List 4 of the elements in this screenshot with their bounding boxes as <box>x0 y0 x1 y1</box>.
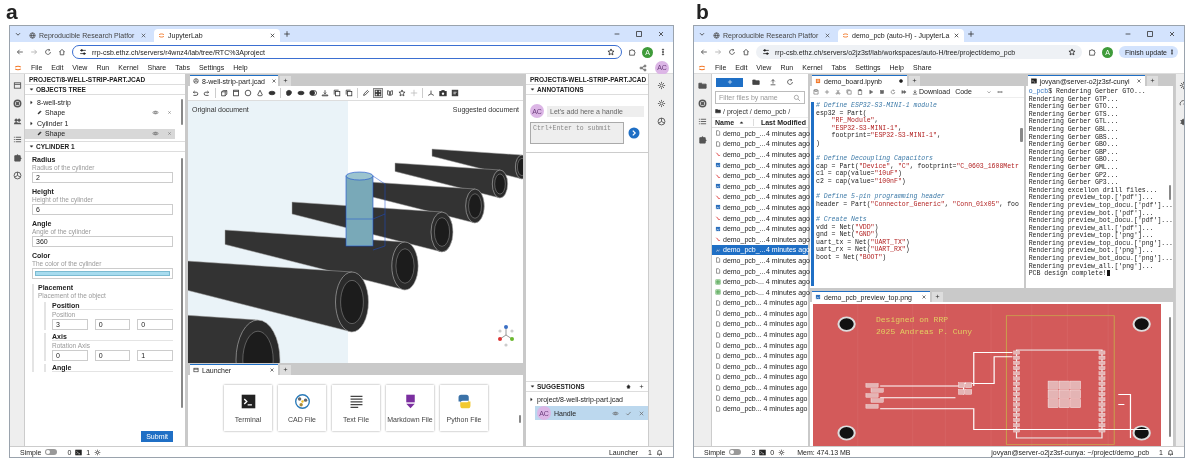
panel-label: b <box>695 0 709 25</box>
silkscreen-text: Designed on RRP <box>876 315 948 324</box>
panel-label: a <box>5 0 18 25</box>
silkscreen-text: 2025 Andreas P. Cuny <box>876 327 972 336</box>
